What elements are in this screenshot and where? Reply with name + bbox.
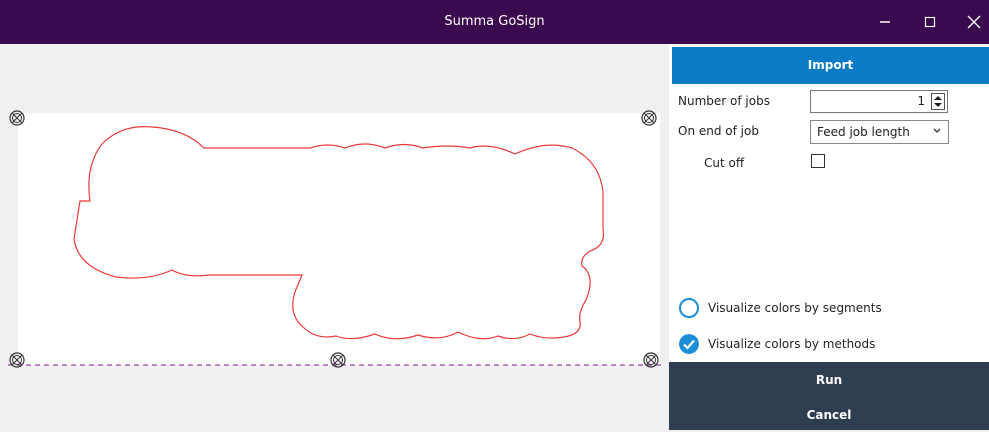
maximize-icon: [924, 16, 936, 28]
spin-down-icon[interactable]: [932, 102, 944, 109]
registration-mark-icon: [643, 352, 659, 368]
spin-buttons[interactable]: [931, 93, 945, 110]
import-button[interactable]: Import: [672, 47, 989, 84]
number-of-jobs-value: 1: [917, 94, 925, 108]
on-end-of-job-label: On end of job: [678, 124, 759, 138]
minimize-icon: [880, 21, 890, 23]
cut-off-checkbox[interactable]: [811, 154, 825, 168]
registration-mark-icon: [330, 352, 346, 368]
registration-mark-icon: [9, 110, 25, 126]
maximize-button[interactable]: [910, 0, 950, 44]
on-end-of-job-select[interactable]: Feed job length: [810, 120, 949, 144]
spin-up-icon[interactable]: [932, 94, 944, 101]
radio-unchecked-icon[interactable]: [679, 298, 699, 318]
settings-panel: Import Number of jobs 1 On end of job Fe…: [669, 44, 989, 430]
close-button[interactable]: [954, 0, 989, 44]
number-of-jobs-stepper[interactable]: 1: [810, 90, 948, 113]
registration-mark-icon: [641, 110, 657, 126]
preview-canvas[interactable]: [0, 44, 669, 430]
visualize-segments-label: Visualize colors by segments: [708, 301, 882, 315]
radio-checked-icon[interactable]: [679, 334, 699, 354]
visualize-methods-label: Visualize colors by methods: [708, 337, 876, 351]
chevron-down-icon: [933, 128, 941, 133]
cut-off-label: Cut off: [704, 156, 745, 170]
minimize-button[interactable]: [865, 0, 905, 44]
title-bar: Summa GoSign: [0, 0, 989, 44]
run-button[interactable]: Run: [669, 362, 989, 398]
cancel-button[interactable]: Cancel: [669, 398, 989, 430]
close-icon: [967, 15, 981, 29]
number-of-jobs-label: Number of jobs: [678, 94, 770, 108]
preview-drawing: [8, 113, 665, 366]
media-sheet: [18, 113, 660, 365]
window-title: Summa GoSign: [444, 14, 545, 29]
registration-mark-icon: [9, 352, 25, 368]
on-end-of-job-value: Feed job length: [817, 125, 910, 139]
